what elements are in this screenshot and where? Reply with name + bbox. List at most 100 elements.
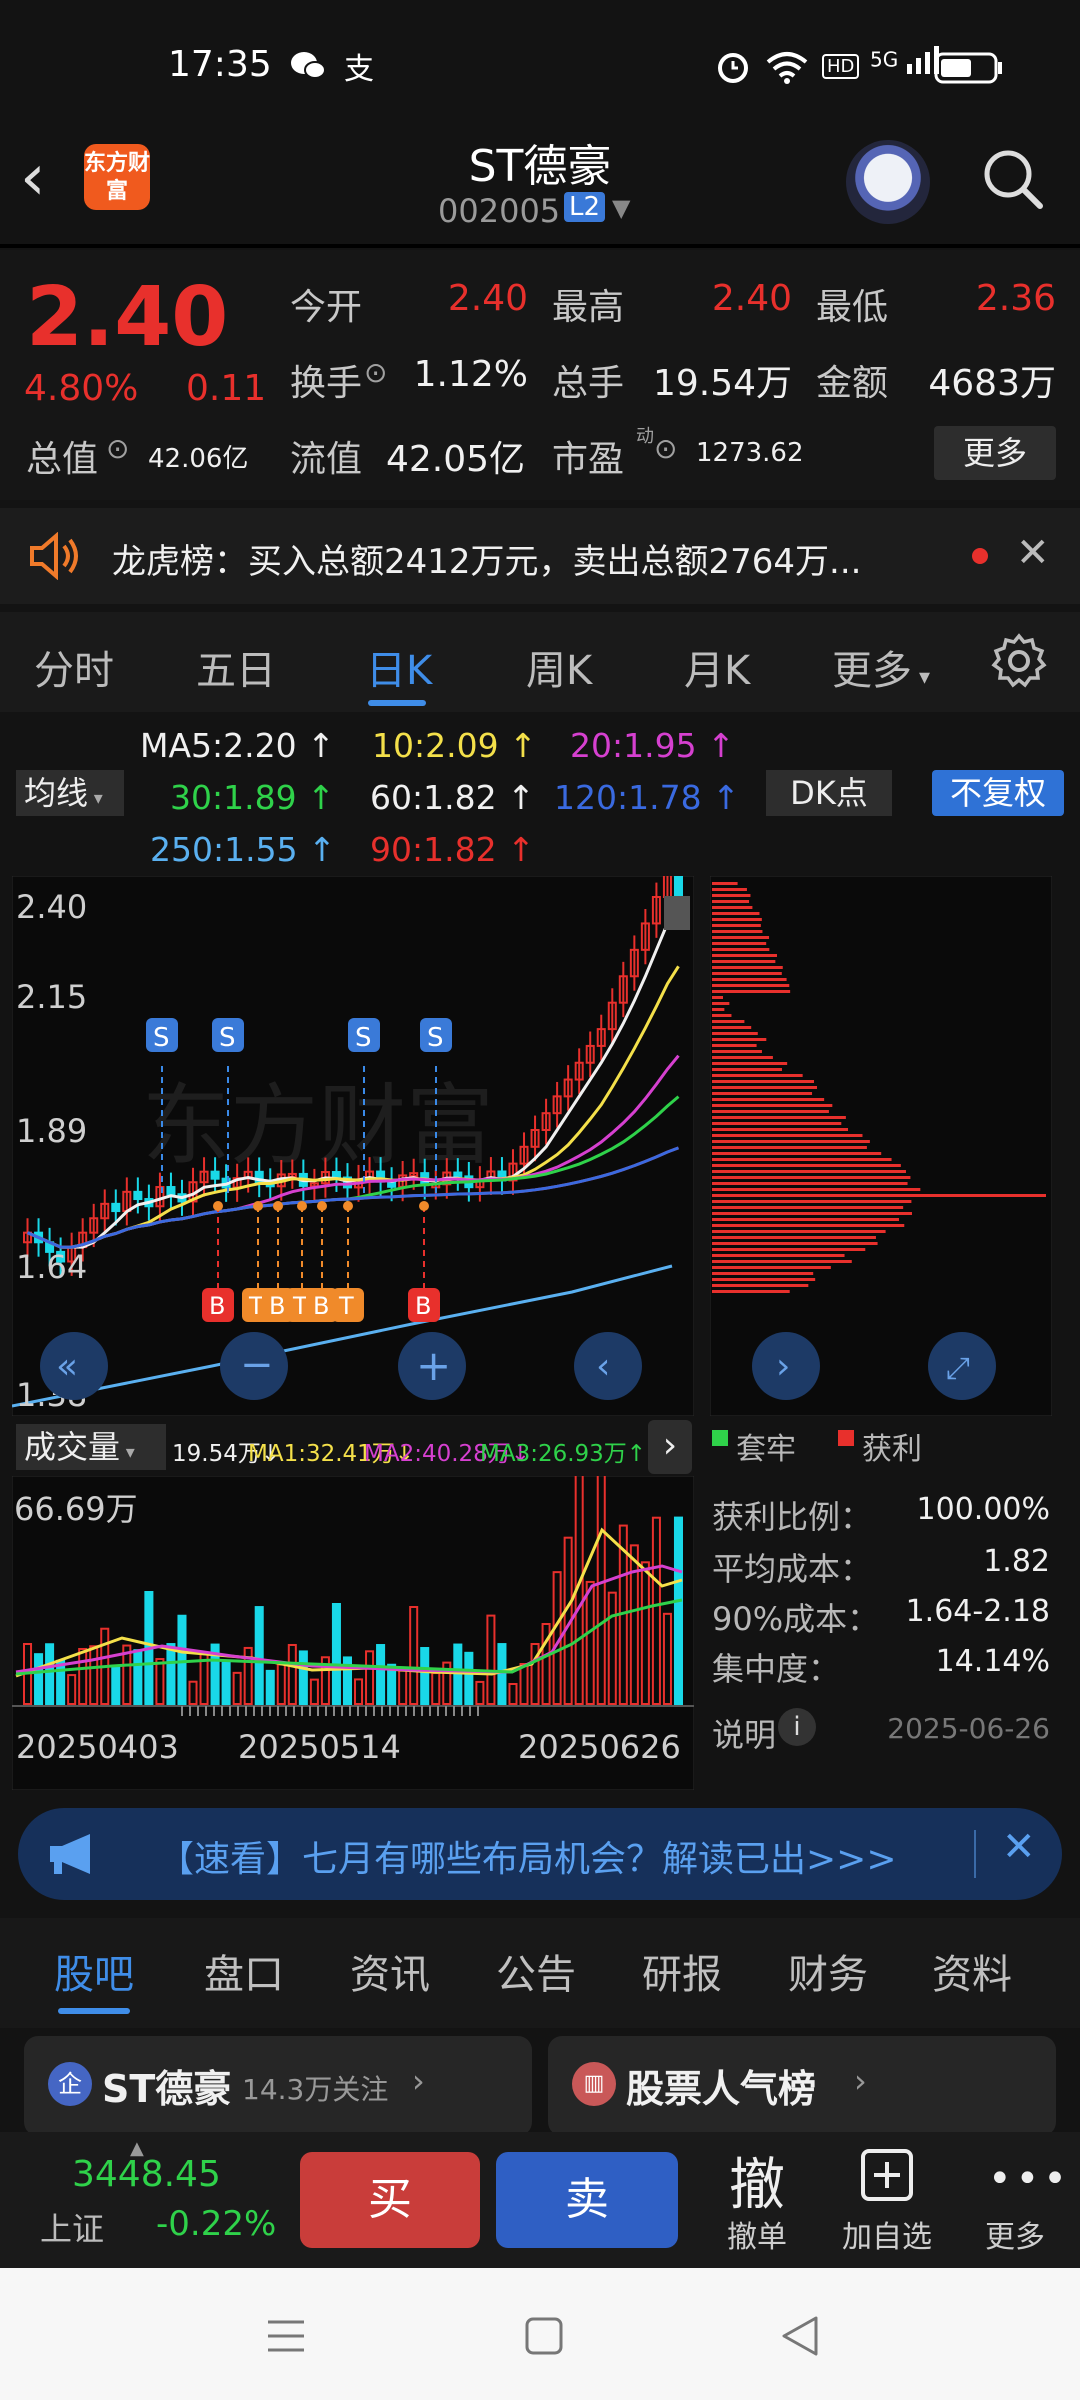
info-circle-icon[interactable]: ⊙ <box>654 432 677 465</box>
chip-bar <box>712 1242 878 1245</box>
index-value[interactable]: 3448.45 <box>72 2154 221 2195</box>
tab-weekly-k[interactable]: 周K <box>526 638 592 696</box>
chip-bar <box>712 1248 865 1251</box>
svg-text:⤢: ⤢ <box>946 1351 970 1386</box>
stock-code[interactable]: 002005 <box>438 192 560 230</box>
chip-bar <box>712 1044 757 1047</box>
tab-forum[interactable]: 股吧 <box>54 1942 134 2000</box>
tab-profile[interactable]: 资料 <box>932 1942 1012 2000</box>
stat-name: 集中度： <box>712 1644 840 1690</box>
tab-orderbook[interactable]: 盘口 <box>204 1942 284 2000</box>
promo-banner[interactable]: 【速看】七月有哪些布局机会？解读已出>>> ✕ <box>18 1808 1062 1900</box>
volume-bar <box>498 1644 505 1704</box>
home-icon[interactable] <box>524 2316 564 2360</box>
profit-legend-swatch <box>838 1430 854 1446</box>
volume-bar <box>167 1644 174 1704</box>
tab-five-day[interactable]: 五日 <box>196 638 276 696</box>
stat-name: 获利比例： <box>712 1492 872 1538</box>
stock-forum-card[interactable]: 企 ST德豪 14.3万关注 › <box>24 2036 532 2136</box>
close-icon[interactable]: ✕ <box>1002 1824 1036 1870</box>
tab-research[interactable]: 研报 <box>642 1942 722 2000</box>
volume-bar <box>57 1661 64 1704</box>
5g-signal-icon: 5G <box>870 46 941 76</box>
info-icon[interactable]: i <box>778 1708 816 1746</box>
tab-daily-k[interactable]: 日K <box>366 638 432 696</box>
volume-bar <box>223 1663 230 1704</box>
chip-bar <box>712 1002 729 1005</box>
svg-text:T: T <box>292 1292 308 1320</box>
battery-icon <box>934 52 1004 88</box>
info-circle-icon[interactable]: ⊙ <box>106 432 129 465</box>
explanation-link[interactable]: 说明 <box>712 1710 776 1756</box>
ma250-legend: 250:1.55 ↑ <box>150 830 336 869</box>
chip-bar <box>712 1008 724 1011</box>
robot-assistant-icon[interactable] <box>846 140 930 224</box>
index-name[interactable]: 上证 <box>40 2204 104 2250</box>
add-watchlist-label[interactable]: 加自选 <box>832 2212 942 2256</box>
tab-intraday[interactable]: 分时 <box>34 638 114 696</box>
level2-badge[interactable]: L2 <box>564 192 605 222</box>
menu-icon[interactable] <box>266 2318 306 2358</box>
search-icon[interactable] <box>982 148 1040 206</box>
tab-more[interactable]: 更多 ▾ <box>832 638 930 696</box>
ma90-legend: 90:1.82 ↑ <box>370 830 535 869</box>
volume-bar <box>675 1518 682 1704</box>
chip-bar <box>712 1050 762 1053</box>
volume-bar <box>267 1671 274 1704</box>
close-icon[interactable]: ✕ <box>1016 530 1050 576</box>
volume-bar <box>256 1607 263 1704</box>
tab-announcements[interactable]: 公告 <box>496 1942 576 2000</box>
notice-bar[interactable]: 龙虎榜：买入总额2412万元，卖出总额2764万... ✕ <box>0 508 1080 604</box>
locked-legend: 套牢 <box>736 1424 796 1468</box>
tab-finance[interactable]: 财务 <box>788 1942 868 2000</box>
svg-text:B: B <box>269 1292 285 1320</box>
profile-date: 2025-06-26 <box>850 1712 1050 1745</box>
ma-selector[interactable]: 均线 ▾ <box>16 770 124 816</box>
chevron-right-icon[interactable]: › <box>648 1420 692 1474</box>
chip-bar <box>712 966 783 969</box>
add-watchlist-icon[interactable] <box>860 2148 914 2206</box>
sell-button[interactable]: 卖 <box>496 2152 678 2248</box>
amount-label: 金额 <box>816 354 888 406</box>
index-change[interactable]: -0.22% <box>156 2204 276 2244</box>
chip-bar <box>712 1110 829 1113</box>
wechat-icon <box>290 50 326 90</box>
volume-chart[interactable]: 66.69万 20250403 20250514 20250626 <box>12 1476 694 1790</box>
svg-text:‹: ‹ <box>596 1346 610 1387</box>
info-circle-icon[interactable]: ⊙ <box>364 356 387 389</box>
dk-point-toggle[interactable]: DK点 <box>766 770 892 816</box>
volume-bar <box>300 1651 307 1704</box>
notice-text[interactable]: 龙虎榜：买入总额2412万元，卖出总额2764万... <box>112 534 861 583</box>
chip-bar <box>712 1182 908 1185</box>
indicator-selector[interactable]: 成交量 ▾ <box>16 1424 166 1470</box>
gear-icon[interactable] <box>990 632 1048 694</box>
enterprise-icon: 企 <box>48 2062 92 2106</box>
chevron-down-icon[interactable]: ▼ <box>612 194 630 222</box>
volume-bar <box>35 1654 42 1704</box>
chip-bar <box>712 1230 886 1233</box>
volume-bar <box>421 1648 428 1704</box>
kline-chart[interactable]: 东方财富 S S S SB T B T B T B 2.40 2.15 1.89 1.64 1.3… <box>12 876 694 1416</box>
tab-monthly-k[interactable]: 月K <box>684 638 750 696</box>
stat-value: 1.64-2.18 <box>850 1594 1050 1629</box>
market-cap-value: 42.06亿 <box>148 438 248 475</box>
more-quote-button[interactable]: 更多 <box>934 426 1056 480</box>
chip-bar <box>712 1206 903 1209</box>
chip-bar <box>712 1170 906 1173</box>
more-dots-icon[interactable]: ••• <box>988 2156 1071 2202</box>
svg-text:−: − <box>240 1342 274 1388</box>
more-label[interactable]: 更多 <box>960 2212 1070 2256</box>
promo-text[interactable]: 【速看】七月有哪些布局机会？解读已出>>> <box>158 1830 897 1882</box>
adjust-mode-button[interactable]: 不复权 <box>932 770 1064 816</box>
cancel-order-label[interactable]: 撤单 <box>702 2212 812 2256</box>
svg-text:S: S <box>153 1023 170 1053</box>
divider <box>974 1830 976 1878</box>
wifi-icon <box>766 50 808 92</box>
chip-bar <box>712 1020 744 1023</box>
buy-button[interactable]: 买 <box>300 2152 480 2248</box>
popularity-card[interactable]: ▥ 股票人气榜 › <box>548 2036 1056 2136</box>
low-value: 2.36 <box>946 278 1056 319</box>
back-nav-icon[interactable] <box>780 2314 820 2362</box>
cancel-order-icon[interactable]: 撤 <box>712 2140 802 2221</box>
tab-news[interactable]: 资讯 <box>350 1942 430 2000</box>
